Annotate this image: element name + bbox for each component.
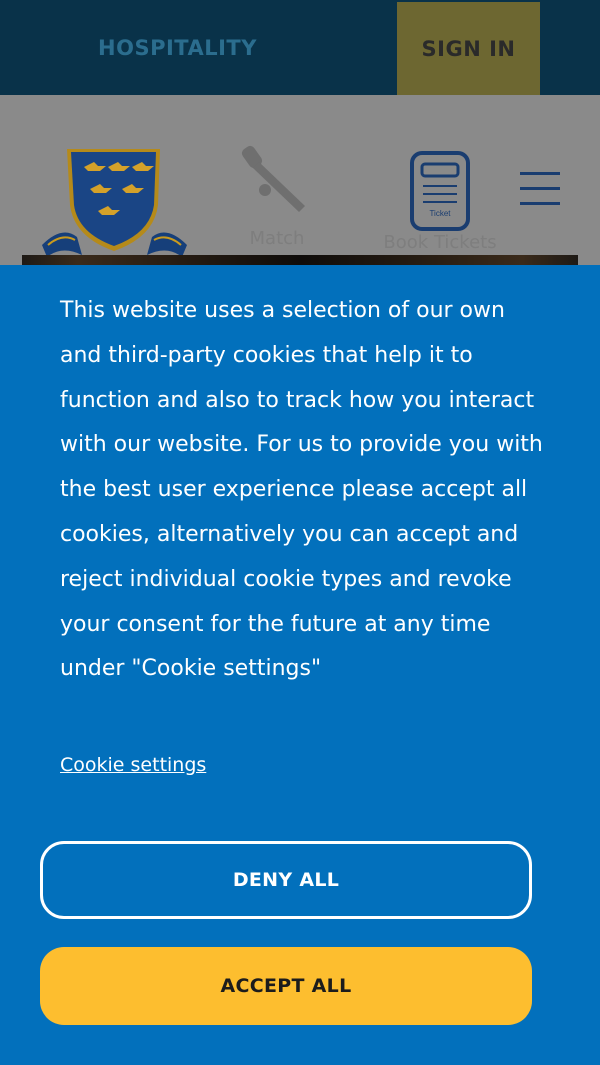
nav-book-tickets[interactable]: Ticket Book Tickets (375, 140, 505, 253)
ticket-icon-text: Ticket (429, 209, 451, 218)
site-header: Match Ticket Book Tickets (0, 95, 600, 265)
accept-all-button[interactable]: ACCEPT ALL (40, 947, 532, 1025)
sign-in-label: SIGN IN (421, 36, 516, 61)
top-bar: HOSPITALITY SIGN IN (0, 0, 600, 95)
ticket-icon: Ticket (410, 151, 470, 231)
sign-in-button[interactable]: SIGN IN (397, 2, 540, 95)
deny-all-button[interactable]: DENY ALL (40, 841, 532, 919)
nav-tickets-label: Book Tickets (383, 232, 497, 253)
menu-line (520, 172, 560, 175)
menu-line (520, 187, 560, 190)
cookie-settings-link[interactable]: Cookie settings (60, 754, 206, 776)
nav-match-label: Match (249, 228, 305, 249)
hospitality-link[interactable]: HOSPITALITY (0, 0, 355, 95)
cookie-consent-banner: This website uses a selection of our own… (0, 265, 600, 1065)
cricket-bat-icon (241, 145, 305, 212)
club-crest-icon[interactable] (42, 145, 187, 265)
menu-line (520, 202, 560, 205)
nav-match[interactable]: Match (232, 140, 322, 249)
cookie-message: This website uses a selection of our own… (60, 298, 543, 682)
hamburger-menu-icon[interactable] (520, 172, 560, 206)
